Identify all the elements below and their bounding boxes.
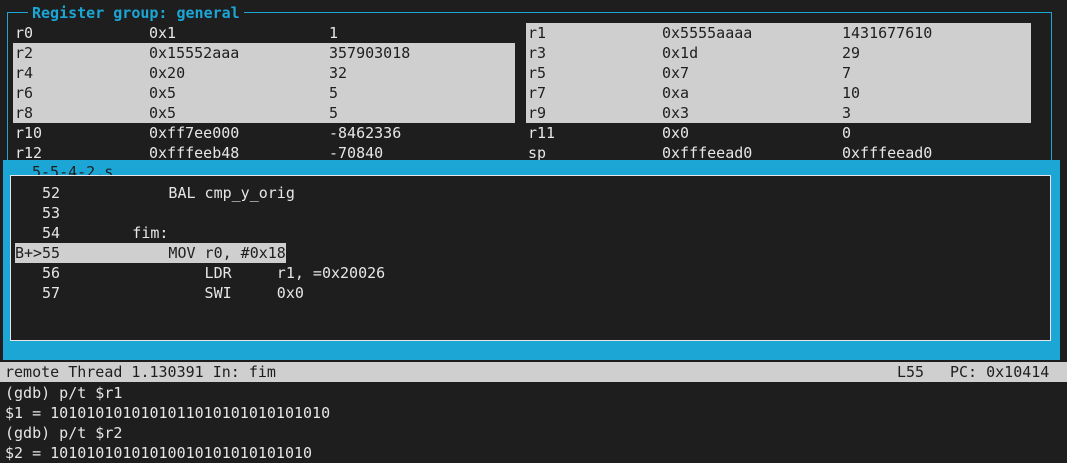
register-hex-value: 0x5 <box>149 104 177 122</box>
register-hex-value: 0x15552aaa <box>149 44 240 62</box>
register-row-r5: r5 0x7 7 <box>526 63 1031 83</box>
source-line-current[interactable]: B+>55 MOV r0, #0x18 <box>15 243 286 263</box>
status-line: L55 <box>897 363 925 381</box>
register-dec-value: -8462336 <box>329 124 402 142</box>
register-name: r7 <box>528 84 547 102</box>
register-hex-value: 0x1d <box>662 44 699 62</box>
source-code: SWI 0x0 <box>60 284 304 302</box>
register-hex-value: 0xff7ee000 <box>149 124 240 142</box>
register-hex-value: 0x0 <box>662 124 690 142</box>
line-number: 52 <box>42 184 61 202</box>
register-hex-value: 0x7 <box>662 64 690 82</box>
register-name: r4 <box>15 64 34 82</box>
register-name: r8 <box>15 104 34 122</box>
register-hex-value: 0x1 <box>149 24 177 42</box>
register-hex-value: 0x5555aaaa <box>662 24 753 42</box>
register-row-r0: r0 0x1 1 <box>13 23 515 43</box>
register-row-r6: r6 0x5 5 <box>13 83 515 103</box>
status-pc: PC: 0x10414 <box>950 363 1050 381</box>
register-name: r1 <box>528 24 547 42</box>
register-row-r1: r1 0x5555aaaa 1431677610 <box>526 23 1031 43</box>
register-name: r11 <box>528 124 556 142</box>
register-row-r3: r3 0x1d 29 <box>526 43 1031 63</box>
source-code: BAL cmp_y_orig <box>60 184 295 202</box>
source-line[interactable]: 53 <box>15 203 60 223</box>
register-name: r0 <box>15 24 34 42</box>
register-row-r10: r10 0xff7ee000 -8462336 <box>13 123 515 143</box>
register-row-r7: r7 0xa 10 <box>526 83 1031 103</box>
register-row-r8: r8 0x5 5 <box>13 103 515 123</box>
register-dec-value: 0 <box>842 124 852 142</box>
line-number: 53 <box>42 204 61 222</box>
register-dec-value: 29 <box>842 44 861 62</box>
source-line[interactable]: 54 fim: <box>15 223 168 243</box>
register-name: r5 <box>528 64 547 82</box>
register-dec-value: 10 <box>842 84 861 102</box>
register-dec-value: 7 <box>842 64 852 82</box>
register-hex-value: 0x5 <box>149 84 177 102</box>
register-dec-value: 5 <box>329 104 339 122</box>
source-code: MOV r0, #0x18 <box>60 244 286 262</box>
register-name: r2 <box>15 44 34 62</box>
console-output: $1 = 1010101010101011010101010101010 <box>5 404 331 422</box>
register-name: r10 <box>15 124 43 142</box>
register-dec-value: 5 <box>329 84 339 102</box>
status-bar: remote Thread 1.130391 In: fim L55 PC: 0… <box>0 362 1067 382</box>
register-pane-title: Register group: general <box>28 3 244 23</box>
register-name: r3 <box>528 44 547 62</box>
register-name: r9 <box>528 104 547 122</box>
console-command: (gdb) p/t $r1 <box>5 384 123 402</box>
register-dec-value: 1431677610 <box>842 24 933 42</box>
source-line[interactable]: 56 LDR r1, =0x20026 <box>15 263 385 283</box>
line-number: 57 <box>42 284 61 302</box>
status-thread: remote Thread 1.130391 In: fim <box>5 363 276 381</box>
breakpoint-marker: B+> <box>15 244 43 262</box>
line-number: 55 <box>42 244 61 262</box>
line-number: 54 <box>42 224 61 242</box>
source-code: fim: <box>60 224 169 242</box>
register-row-r2: r2 0x15552aaa 357903018 <box>13 43 515 63</box>
register-hex-value: 0x3 <box>662 104 690 122</box>
source-line[interactable]: 52 BAL cmp_y_orig <box>15 183 295 203</box>
register-row-r9: r9 0x3 3 <box>526 103 1031 123</box>
register-name: r6 <box>15 84 34 102</box>
register-hex-value: 0xa <box>662 84 690 102</box>
register-dec-value: 32 <box>329 64 348 82</box>
register-dec-value: 357903018 <box>329 44 411 62</box>
line-number: 56 <box>42 264 61 282</box>
console-output: $2 = 10101010101010010101010101010 <box>5 444 313 462</box>
console-command: (gdb) p/t $r2 <box>5 424 123 442</box>
source-code: LDR r1, =0x20026 <box>60 264 386 282</box>
register-dec-value: 1 <box>329 24 339 42</box>
register-row-r11: r11 0x0 0 <box>526 123 1031 143</box>
source-line[interactable]: 57 SWI 0x0 <box>15 283 304 303</box>
register-dec-value: 3 <box>842 104 852 122</box>
register-row-r4: r4 0x20 32 <box>13 63 515 83</box>
register-hex-value: 0x20 <box>149 64 186 82</box>
